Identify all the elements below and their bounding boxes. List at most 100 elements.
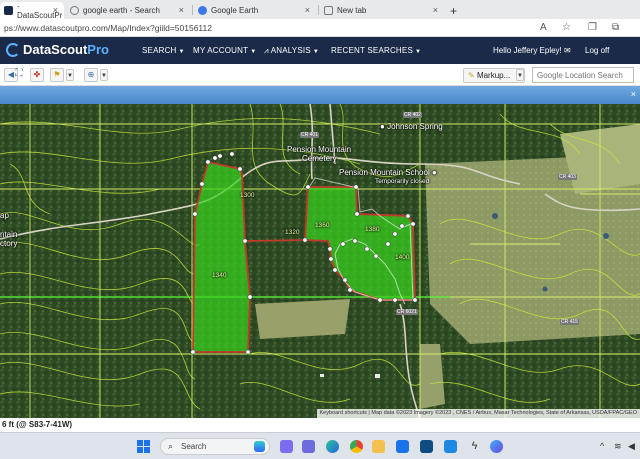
close-tab-icon[interactable]: × xyxy=(305,5,310,15)
nav-search-label: SEARCH xyxy=(142,46,177,55)
contour-label: 1320 xyxy=(285,229,300,236)
read-aloud-icon[interactable]: A xyxy=(540,22,547,33)
poi-label: Pension Mountain xyxy=(287,145,352,154)
tab-label: New tab xyxy=(337,6,367,15)
fullscreen-icon[interactable]: ⛶ xyxy=(12,68,26,82)
dropbox-icon[interactable] xyxy=(444,440,457,453)
caret-down-icon: ▼ xyxy=(178,49,185,55)
globe-icon[interactable]: ⊕ xyxy=(84,68,98,82)
satellite-map[interactable]: ● Johnson Spring Pension Mountain Cemete… xyxy=(0,104,640,418)
taskbar-search[interactable]: ⌕ Search xyxy=(160,438,270,455)
tab-label: google earth - Search xyxy=(83,6,160,15)
measure-icon[interactable]: ⚑ xyxy=(50,68,64,82)
browser-tab-bar: - DataScoutPr × google earth - Search × … xyxy=(0,0,640,20)
contour-label: 1380 xyxy=(365,226,380,233)
contour-label: 1360 xyxy=(315,222,330,229)
caret-down-icon: ▼ xyxy=(414,49,422,55)
teams-icon[interactable] xyxy=(302,440,315,453)
datascout-favicon xyxy=(4,6,13,15)
map-attribution[interactable]: Keyboard shortcuts | Map data ©2023 Imag… xyxy=(316,409,640,418)
markup-label: Markup... xyxy=(476,71,511,80)
user-greeting[interactable]: Hello Jeffery Epley! ✉ xyxy=(493,46,571,55)
tray-chevron-icon[interactable]: ^ xyxy=(600,441,604,451)
poi-pension-mountain-cemetery[interactable]: Pension Mountain xyxy=(287,145,351,154)
envelope-icon: ✉ xyxy=(564,46,571,55)
map-toolbar: ◀ ⛶ ✤ ⚑ ▼ ⊕ ▼ ✎ Markup... ▼ xyxy=(0,64,640,86)
mail-icon[interactable] xyxy=(396,440,409,453)
datascoutpro-logo[interactable]: DataScout Pro xyxy=(6,42,109,57)
road-shield: CR 403 xyxy=(558,174,577,180)
chrome-icon[interactable] xyxy=(350,440,363,453)
road-shield: CR 401 xyxy=(300,132,319,138)
search-icon: ⌕ xyxy=(168,441,174,451)
map-left-label-3: ctory xyxy=(0,239,18,248)
poi-cemetery-line2: Cemetery xyxy=(302,154,337,163)
map-type-dropdown-caret[interactable]: ▼ xyxy=(100,69,108,81)
tab-datascoutpro[interactable]: - DataScoutPr × xyxy=(0,2,64,20)
road-shield: CR 402 xyxy=(403,112,422,118)
poi-pin-icon: ● xyxy=(380,122,388,131)
tab-separator xyxy=(192,5,193,15)
logo-pro-text: Pro xyxy=(87,42,109,57)
store-icon[interactable] xyxy=(420,440,433,453)
map-left-label: ap xyxy=(0,211,9,220)
nav-analysis-label: ANALYSIS xyxy=(270,46,311,55)
contour-label: 1400 xyxy=(395,254,410,261)
measure-dropdown-caret[interactable]: ▼ xyxy=(66,69,74,81)
poi-label: Pension Mountain School xyxy=(339,168,430,177)
file-explorer-icon[interactable] xyxy=(372,440,385,453)
caret-down-icon: ▼ xyxy=(312,49,319,55)
tab-new-tab[interactable]: New tab × xyxy=(320,2,444,19)
nav-my-account-label: MY ACCOUNT xyxy=(193,46,249,55)
coordinate-strip: 6 ft (@ S83-7-41W) xyxy=(0,418,640,432)
new-tab-favicon xyxy=(324,6,333,15)
road-shield: CR 6021 xyxy=(396,309,418,315)
logoff-link[interactable]: Log off xyxy=(585,46,609,55)
pencil-icon: ✎ xyxy=(468,71,475,80)
search-favicon xyxy=(70,6,79,15)
tab-label: Google Earth xyxy=(211,6,259,15)
favorites-icon[interactable]: ❒ xyxy=(588,22,597,33)
logo-mark-icon xyxy=(6,42,20,57)
close-tab-icon[interactable]: × xyxy=(433,5,438,15)
volume-icon[interactable]: ◀ xyxy=(628,441,635,452)
poi-label: Johnson Spring xyxy=(387,122,443,131)
wifi-icon[interactable]: ≋ xyxy=(614,441,622,452)
nav-search[interactable]: SEARCH ▼ xyxy=(142,46,185,55)
url-text[interactable]: ps://www.datascoutpro.com/Map/Index?giil… xyxy=(4,23,212,33)
chart-icon: ⩘ xyxy=(264,46,271,55)
poi-school-icon: ● xyxy=(429,168,437,177)
map-left-label-2: ntain xyxy=(0,230,18,239)
poi-pension-mountain-school[interactable]: Pension Mountain School ● xyxy=(339,168,437,177)
open-field-south xyxy=(255,299,350,339)
close-icon[interactable]: × xyxy=(631,89,636,99)
lightning-app-icon[interactable]: ϟ xyxy=(468,440,481,453)
contour-label: 1300 xyxy=(240,192,255,199)
tab-google-earth[interactable]: Google Earth × xyxy=(194,2,316,19)
plus-icon: + xyxy=(450,3,458,18)
address-bar[interactable]: ps://www.datascoutpro.com/Map/Index?giil… xyxy=(0,19,640,37)
markup-caret[interactable]: ▼ xyxy=(516,69,524,81)
windows-start-icon[interactable] xyxy=(137,440,150,453)
new-tab-button[interactable]: + xyxy=(446,2,462,19)
edge-icon[interactable] xyxy=(326,440,339,453)
nav-recent-searches-label: RECENT SEARCHES xyxy=(331,46,413,55)
poi-johnson-spring[interactable]: ● Johnson Spring xyxy=(380,122,443,131)
google-location-search-input[interactable] xyxy=(532,67,634,83)
close-tab-icon[interactable]: × xyxy=(179,5,184,15)
info-banner: × xyxy=(0,86,640,104)
nav-recent-searches[interactable]: RECENT SEARCHES ▼ xyxy=(331,46,421,55)
collections-icon[interactable]: ⧉ xyxy=(612,22,619,33)
nav-analysis[interactable]: ⩘ ANALYSIS ▼ xyxy=(264,46,319,56)
nav-my-account[interactable]: MY ACCOUNT ▼ xyxy=(193,46,256,55)
copilot-icon[interactable] xyxy=(490,440,503,453)
logo-text: DataScout xyxy=(23,42,88,57)
widgets-icon[interactable] xyxy=(280,440,293,453)
app-navbar: DataScout Pro SEARCH ▼ MY ACCOUNT ▼ ⩘ ANALY… xyxy=(0,37,640,64)
google-earth-favicon xyxy=(198,6,207,15)
favorite-star-icon[interactable]: ☆ xyxy=(562,22,571,33)
close-tab-icon[interactable]: × xyxy=(53,5,58,15)
bing-icon xyxy=(254,441,265,452)
layers-icon[interactable]: ✤ xyxy=(30,68,44,82)
tab-google-earth-search[interactable]: google earth - Search × xyxy=(66,2,190,19)
